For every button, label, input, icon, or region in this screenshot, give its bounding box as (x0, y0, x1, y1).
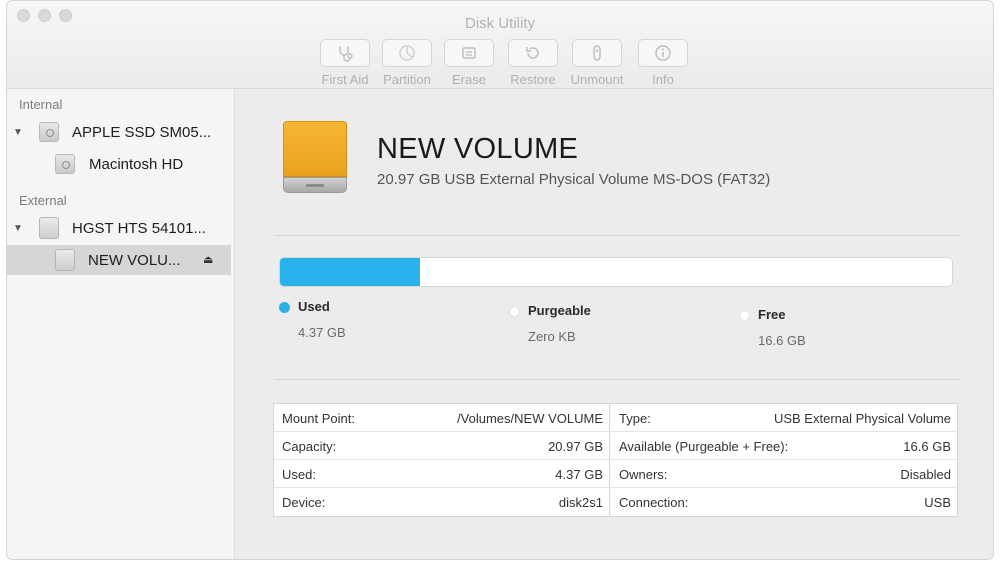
info-row-capacity: Capacity: 20.97 GB (274, 432, 609, 460)
purgeable-color-dot (509, 306, 520, 317)
sidebar-item-label: HGST HTS 54101... (72, 219, 206, 237)
sidebar-section-external: External (19, 193, 67, 208)
window-title: Disk Utility (465, 15, 535, 32)
legend-free-label: Free (758, 307, 786, 322)
internal-disk-icon (39, 122, 59, 142)
info-key: Capacity: (282, 439, 337, 454)
sidebar-item-label: Macintosh HD (89, 155, 184, 173)
divider (275, 235, 961, 236)
used-color-dot (279, 302, 290, 313)
sidebar-item-apple-ssd[interactable]: ▼ APPLE SSD SM05... (7, 117, 231, 147)
volume-detail-panel: NEW VOLUME 20.97 GB USB External Physica… (235, 89, 993, 559)
info-button[interactable]: Info (633, 39, 693, 87)
sidebar-item-new-volume[interactable]: NEW VOLU... ⏏ (7, 245, 231, 275)
info-key: Owners: (619, 467, 668, 482)
stethoscope-icon (339, 46, 353, 62)
info-value: 4.37 GB (555, 467, 603, 482)
first-aid-label: First Aid (321, 72, 369, 87)
sidebar-section-internal: Internal (19, 97, 63, 112)
titlebar: Disk Utility First Aid Partition Erase R… (7, 1, 993, 89)
external-disk-icon (39, 217, 59, 239)
info-value: 16.6 GB (903, 439, 951, 454)
info-value: USB (924, 495, 951, 510)
disclosure-triangle-icon[interactable]: ▼ (13, 127, 23, 138)
info-row-type: Type: USB External Physical Volume (611, 404, 957, 432)
sidebar-item-label: APPLE SSD SM05... (72, 123, 212, 141)
info-row-mount-point: Mount Point: /Volumes/NEW VOLUME (274, 404, 609, 432)
restore-button[interactable]: Restore (503, 39, 563, 87)
info-row-connection: Connection: USB (611, 488, 957, 516)
info-row-device: Device: disk2s1 (274, 488, 609, 516)
legend-purgeable-label: Purgeable (528, 303, 591, 318)
info-key: Connection: (619, 495, 689, 510)
legend-used-label: Used (298, 299, 330, 314)
info-key: Device: (282, 495, 326, 510)
info-key: Type: (619, 411, 651, 426)
unmount-icon (593, 45, 601, 61)
sidebar: Internal ▼ APPLE SSD SM05... Macintosh H… (7, 89, 235, 559)
info-value: /Volumes/NEW VOLUME (457, 411, 603, 426)
free-color-dot (739, 310, 750, 321)
legend-purgeable-value: Zero KB (528, 329, 576, 344)
eject-icon[interactable]: ⏏ (203, 253, 213, 266)
first-aid-button[interactable]: First Aid (315, 39, 375, 87)
internal-volume-icon (55, 154, 75, 174)
erase-button[interactable]: Erase (439, 39, 499, 87)
usage-bar-used-fill (280, 258, 421, 286)
disclosure-triangle-icon[interactable]: ▼ (13, 223, 23, 234)
info-row-used: Used: 4.37 GB (274, 460, 609, 488)
sidebar-item-macintosh-hd[interactable]: Macintosh HD (7, 149, 231, 179)
disk-utility-window: Disk Utility First Aid Partition Erase R… (6, 0, 994, 560)
restore-label: Restore (510, 72, 556, 87)
unmount-label: Unmount (570, 72, 624, 87)
info-key: Mount Point: (282, 411, 355, 426)
info-value: disk2s1 (558, 495, 603, 510)
info-value: 20.97 GB (548, 439, 603, 454)
sidebar-item-hgst[interactable]: ▼ HGST HTS 54101... (7, 213, 231, 243)
unmount-button[interactable]: Unmount (567, 39, 627, 87)
info-key: Available (Purgeable + Free): (619, 439, 789, 454)
info-row-owners: Owners: Disabled (611, 460, 957, 488)
partition-label: Partition (383, 72, 431, 87)
divider (275, 379, 961, 380)
external-drive-icon (283, 121, 347, 193)
partition-icon (399, 45, 415, 61)
info-value: USB External Physical Volume (773, 411, 951, 426)
usage-bar (279, 257, 953, 287)
info-icon (655, 45, 671, 61)
legend-free-value: 16.6 GB (758, 333, 806, 348)
volume-info-table: Mount Point: /Volumes/NEW VOLUME Capacit… (273, 403, 958, 517)
info-key: Used: (282, 467, 316, 482)
info-column-left: Mount Point: /Volumes/NEW VOLUME Capacit… (274, 404, 610, 516)
erase-label: Erase (452, 72, 486, 87)
partition-button[interactable]: Partition (377, 39, 437, 87)
external-volume-icon (55, 249, 75, 271)
info-label: Info (652, 72, 674, 87)
sidebar-item-label: NEW VOLU... (88, 251, 181, 269)
info-row-available: Available (Purgeable + Free): 16.6 GB (611, 432, 957, 460)
legend-used-value: 4.37 GB (298, 325, 346, 340)
erase-icon (462, 47, 476, 59)
volume-name: NEW VOLUME (377, 133, 579, 165)
volume-description: 20.97 GB USB External Physical Volume MS… (377, 171, 771, 188)
info-column-right: Type: USB External Physical Volume Avail… (611, 404, 957, 516)
restore-icon (526, 47, 539, 59)
info-value: Disabled (900, 467, 951, 482)
